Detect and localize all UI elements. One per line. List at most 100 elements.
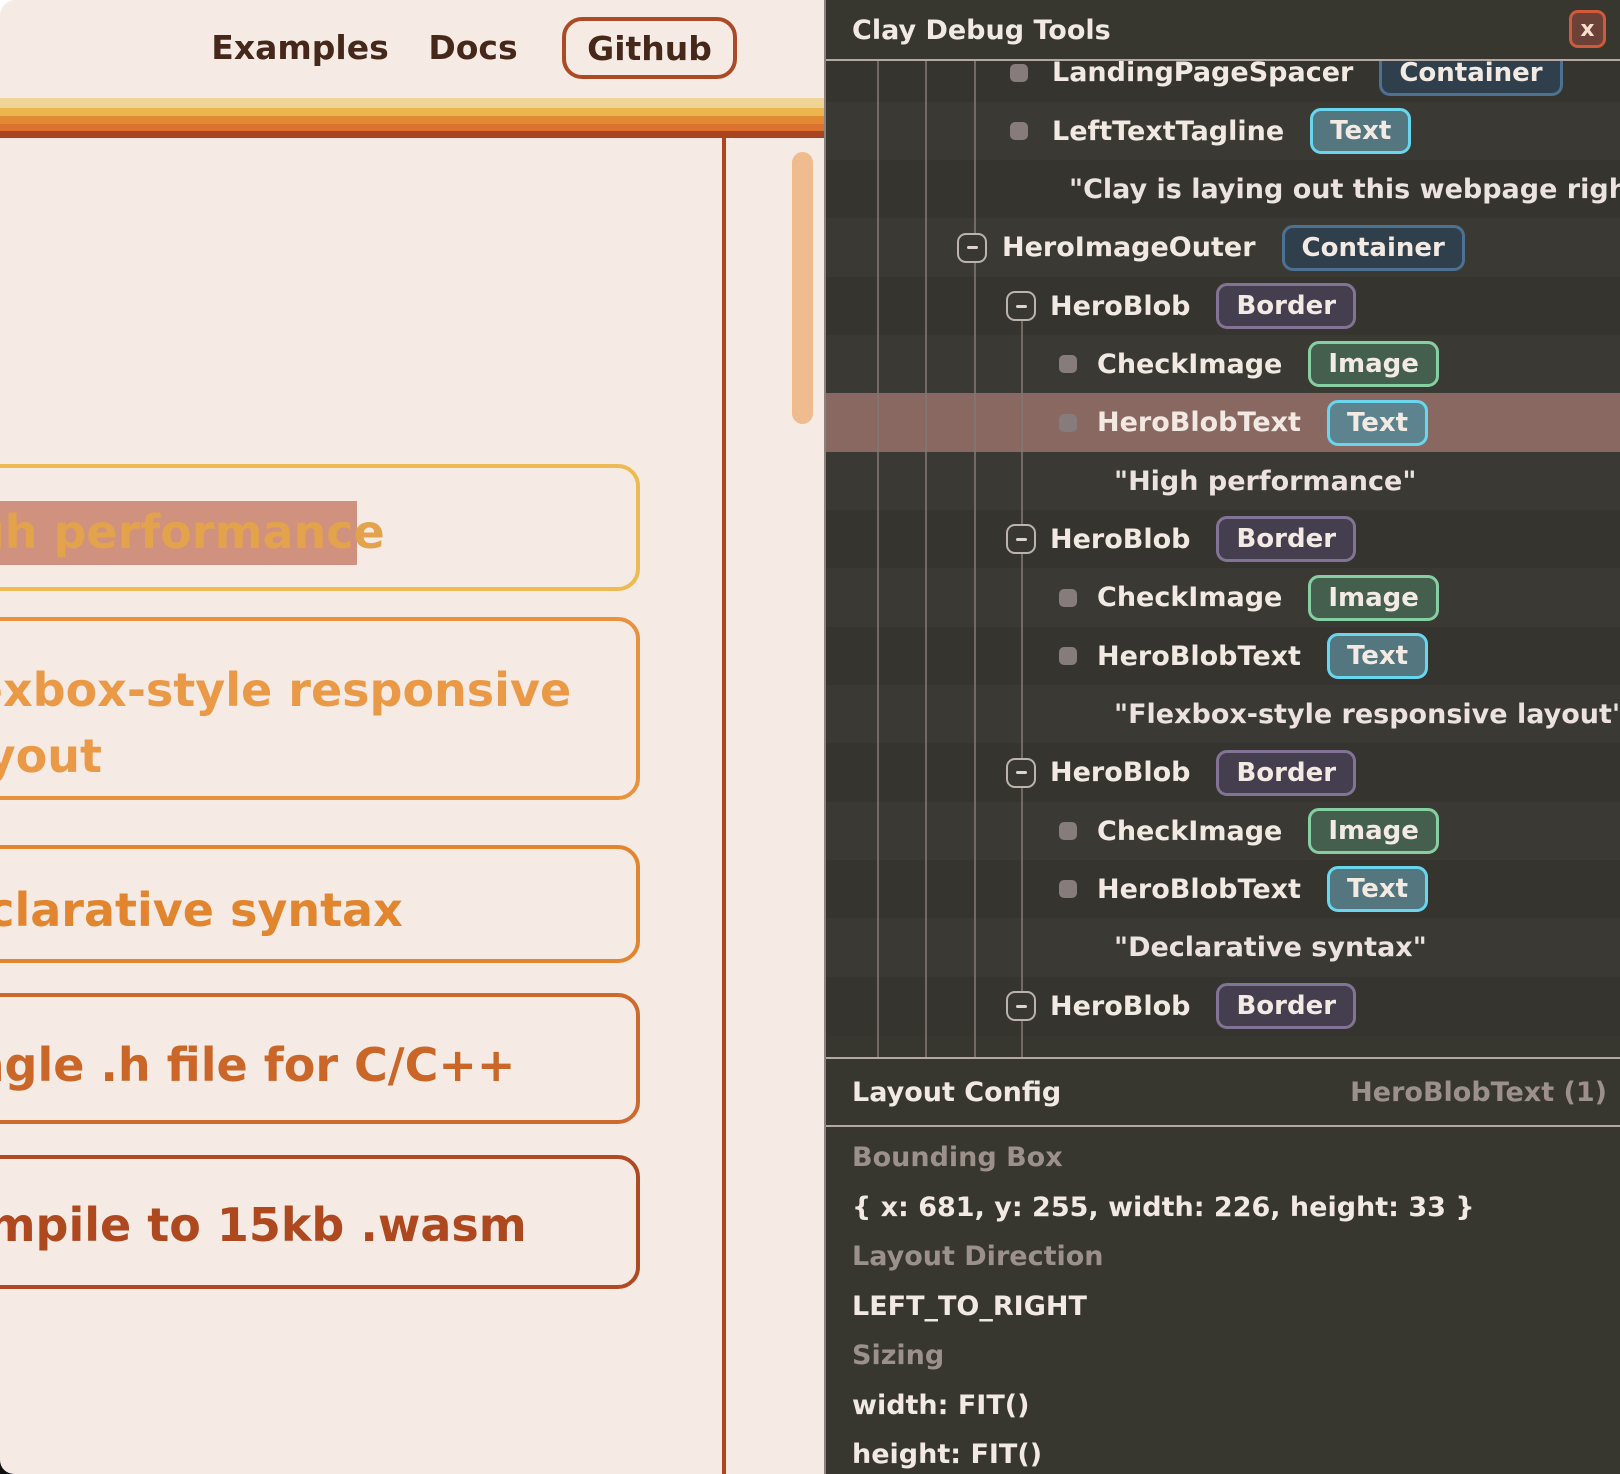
- element-type-badge-image: Image: [1308, 575, 1439, 621]
- tree-node-label: HeroBlobText: [1097, 641, 1301, 672]
- indent-guide-line: [877, 61, 879, 1057]
- tree-node-heroblob[interactable]: HeroBlob Border: [826, 977, 1620, 1036]
- leaf-bullet-icon: [1059, 822, 1077, 840]
- feature-card: eclarative syntax: [0, 845, 640, 963]
- tree-node-label: HeroBlob: [1050, 991, 1190, 1022]
- text-content-preview: "Clay is laying out this webpage right n…: [1069, 174, 1620, 205]
- tree-node-label: CheckImage: [1097, 582, 1282, 613]
- indent-guide-line: [925, 61, 927, 1057]
- layout-config-title: Layout Config: [852, 1077, 1061, 1108]
- feature-card: lexbox-style responsive ayout: [0, 617, 640, 800]
- collapse-node-button[interactable]: [1006, 524, 1036, 554]
- tree-node-heroblobtext[interactable]: HeroBlobText Text: [826, 627, 1620, 686]
- minus-icon: [1016, 771, 1027, 774]
- stripe-band: [0, 124, 824, 131]
- leaf-bullet-icon: [1059, 355, 1077, 373]
- tree-node-heroblob[interactable]: HeroBlobBorder: [826, 277, 1620, 336]
- tree-node-label: CheckImage: [1097, 816, 1282, 847]
- feature-card-text: ingle .h file for C/C++: [0, 1032, 515, 1098]
- tree-node-text-preview[interactable]: "Flexbox-style responsive layout": [826, 685, 1620, 744]
- minus-icon: [1016, 305, 1027, 308]
- leaf-bullet-icon: [1059, 880, 1077, 898]
- element-type-badge-container: Container: [1282, 225, 1465, 271]
- tree-node-heroblob[interactable]: HeroBlob Border: [826, 743, 1620, 802]
- layout-config-details: Bounding Box{ x: 681, y: 255, width: 226…: [852, 1133, 1612, 1474]
- tree-node-label: HeroBlobText: [1097, 407, 1301, 438]
- tree-node-checkimage[interactable]: CheckImage Image: [826, 802, 1620, 861]
- config-section-value: height: FIT(): [852, 1430, 1612, 1474]
- tree-node-checkimage[interactable]: CheckImage Image: [826, 568, 1620, 627]
- tree-node-label: CheckImage: [1097, 349, 1282, 380]
- feature-card-text: igh performance: [0, 500, 385, 564]
- minus-icon: [1016, 538, 1027, 541]
- stripe-band: [0, 98, 824, 108]
- layout-config-bar: Layout Config HeroBlobText (1): [826, 1059, 1620, 1125]
- element-type-badge-text: Text: [1327, 633, 1428, 679]
- tree-node-label: LandingPageSpacer: [1052, 57, 1353, 88]
- config-section-label: Sizing: [852, 1331, 1612, 1381]
- config-section-label: Bounding Box: [852, 1133, 1612, 1183]
- collapse-node-button[interactable]: [1006, 991, 1036, 1021]
- collapse-node-button[interactable]: [1006, 291, 1036, 321]
- nav-link-examples[interactable]: Examples: [211, 28, 388, 67]
- layout-config-separator-bottom: [826, 1125, 1620, 1127]
- collapse-node-button[interactable]: [1006, 758, 1036, 788]
- tree-node-label: HeroBlob: [1050, 757, 1190, 788]
- element-type-badge-text: Text: [1327, 866, 1428, 912]
- leaf-bullet-icon: [1059, 414, 1077, 432]
- tree-node-label: LeftTextTagline: [1052, 116, 1284, 147]
- element-type-badge-image: Image: [1308, 341, 1439, 387]
- minus-icon: [967, 246, 978, 249]
- header-separator: [826, 59, 1620, 61]
- close-icon[interactable]: x: [1569, 10, 1606, 48]
- page-scrollbar-thumb[interactable]: [792, 152, 813, 424]
- element-type-badge-text: Text: [1327, 400, 1428, 446]
- tree-node-heroimageouter[interactable]: HeroImageOuter Container: [826, 218, 1620, 277]
- text-content-preview: "Flexbox-style responsive layout": [1114, 699, 1620, 730]
- config-section-value: width: FIT(): [852, 1381, 1612, 1431]
- tree-node-checkimage[interactable]: CheckImage Image: [826, 335, 1620, 394]
- config-section-label: Layout Direction: [852, 1232, 1612, 1282]
- tree-node-text-preview[interactable]: "Clay is laying out this webpage right n…: [826, 160, 1620, 219]
- indent-guide-line: [1021, 320, 1023, 1057]
- nav-link-docs[interactable]: Docs: [428, 28, 517, 67]
- tree-node-label: HeroBlobText: [1097, 874, 1301, 905]
- leaf-bullet-icon: [1010, 122, 1028, 140]
- clay-debug-tools-panel: LandingPageSpacer Container LeftTextTaglin…: [824, 0, 1620, 1474]
- element-type-badge-border: Border: [1216, 516, 1356, 562]
- stripe-band: [0, 108, 824, 116]
- tree-node-text-preview[interactable]: "Declarative syntax": [826, 918, 1620, 977]
- feature-card: igh performance: [0, 464, 640, 591]
- feature-card-text: ompile to 15kb .wasm: [0, 1192, 527, 1258]
- feature-card-text: eclarative syntax: [0, 877, 403, 943]
- debug-panel-header: Clay Debug Tools x: [826, 0, 1620, 59]
- element-type-badge-border: Border: [1216, 750, 1356, 796]
- element-type-badge-border: Border: [1216, 983, 1356, 1029]
- leaf-bullet-icon: [1059, 589, 1077, 607]
- feature-card: ompile to 15kb .wasm: [0, 1155, 640, 1289]
- tree-node-heroblob[interactable]: HeroBlob Border: [826, 510, 1620, 569]
- tree-node-label: HeroBlob: [1050, 291, 1190, 322]
- tree-node-label: HeroBlob: [1050, 524, 1190, 555]
- tree-node-heroblobtext[interactable]: HeroBlobText Text: [826, 393, 1620, 452]
- feature-card-text: lexbox-style responsive ayout: [0, 657, 571, 789]
- tree-node-text-preview[interactable]: "High performance": [826, 452, 1620, 511]
- leaf-bullet-icon: [1059, 647, 1077, 665]
- element-type-badge-text: Text: [1310, 108, 1411, 154]
- text-content-preview: "Declarative syntax": [1114, 932, 1427, 963]
- github-button[interactable]: Github: [562, 17, 737, 79]
- config-section-value: LEFT_TO_RIGHT: [852, 1282, 1612, 1332]
- feature-card: ingle .h file for C/C++: [0, 993, 640, 1124]
- tree-node-label: HeroImageOuter: [1002, 232, 1256, 263]
- collapse-node-button[interactable]: [957, 233, 987, 263]
- tree-node-lefttexttagline[interactable]: LeftTextTagline Text: [826, 102, 1620, 161]
- column-divider-line: [722, 138, 726, 1474]
- element-type-badge-image: Image: [1308, 808, 1439, 854]
- stripe-band: [0, 116, 824, 124]
- leaf-bullet-icon: [1010, 64, 1028, 82]
- config-section-value: { x: 681, y: 255, width: 226, height: 33…: [852, 1183, 1612, 1233]
- tree-node-heroblobtext[interactable]: HeroBlobText Text: [826, 860, 1620, 919]
- clay-demo-page: Examples Docs Github igh performance lexb…: [0, 0, 824, 1474]
- text-content-preview: "High performance": [1114, 466, 1416, 497]
- debug-panel-title: Clay Debug Tools: [852, 15, 1111, 46]
